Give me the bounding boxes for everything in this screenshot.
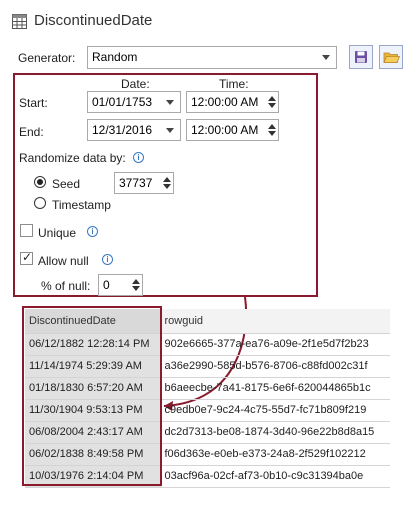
folder-icon — [383, 52, 401, 63]
info-icon[interactable]: i — [87, 226, 98, 237]
seed-radio[interactable] — [34, 176, 46, 188]
info-icon[interactable]: i — [133, 152, 144, 163]
chevron-down-icon — [166, 100, 174, 105]
generator-select[interactable]: Random — [87, 46, 337, 69]
percent-null-spinner[interactable] — [130, 275, 142, 295]
timestamp-radio[interactable] — [34, 197, 46, 209]
start-label: Start: — [19, 96, 48, 110]
seed-spinner[interactable] — [161, 173, 173, 193]
percent-null-value: 0 — [103, 278, 110, 292]
spin-up-icon — [163, 177, 171, 182]
save-button[interactable] — [349, 45, 373, 69]
spin-up-icon — [268, 96, 276, 101]
percent-null-label: % of null: — [41, 279, 91, 293]
save-icon — [355, 51, 367, 63]
end-time-input[interactable]: 12:00:00 AM — [186, 119, 279, 141]
chevron-down-icon — [322, 55, 330, 60]
spin-down-icon — [268, 131, 276, 136]
start-time-input[interactable]: 12:00:00 AM — [186, 91, 279, 113]
guid-cell: a36e2990-585d-b576-8706-c88fd002c31f — [159, 355, 390, 378]
guid-cell: f06d363e-e0eb-e373-24a8-2f529f102212 — [159, 443, 390, 466]
start-date-picker[interactable]: 01/01/1753 — [87, 91, 181, 113]
randomize-label: Randomize data by: — [19, 151, 126, 165]
table-icon — [12, 14, 27, 29]
highlight-frame-date-column — [22, 306, 162, 486]
spin-down-icon — [163, 184, 171, 189]
start-time-spinner[interactable] — [266, 92, 278, 112]
start-date-value: 01/01/1753 — [92, 95, 153, 109]
end-time-spinner[interactable] — [266, 120, 278, 140]
guid-cell: dc2d7313-be08-1874-3d40-96e22b8d8a15 — [159, 421, 390, 444]
column-header-rowguid[interactable]: rowguid — [159, 309, 390, 334]
guid-cell: 03acf96a-02cf-af73-0b10-c9c31394ba0e — [159, 465, 390, 488]
generator-label: Generator: — [18, 51, 76, 65]
timestamp-label: Timestamp — [52, 198, 111, 212]
start-time-value: 12:00:00 AM — [191, 95, 259, 109]
guid-cell: b6aeecbe-7a41-8175-6e6f-620044865b1c — [159, 377, 390, 400]
unique-checkbox[interactable] — [20, 224, 33, 237]
spin-down-icon — [268, 103, 276, 108]
chevron-down-icon — [166, 128, 174, 133]
end-date-value: 12/31/2016 — [92, 123, 153, 137]
date-column-label: Date: — [121, 77, 150, 91]
guid-cell: c9edb0e7-9c24-4c75-55d7-fc71b809f219 — [159, 399, 390, 422]
allow-null-label: Allow null — [38, 254, 89, 268]
open-folder-button[interactable] — [379, 45, 403, 69]
info-icon[interactable]: i — [102, 254, 113, 265]
seed-input[interactable]: 37737 — [114, 172, 174, 194]
end-time-value: 12:00:00 AM — [191, 123, 259, 137]
spin-up-icon — [132, 279, 140, 284]
seed-value: 37737 — [119, 176, 153, 190]
unique-label: Unique — [38, 226, 77, 240]
allow-null-checkbox[interactable] — [20, 250, 33, 265]
percent-null-input[interactable]: 0 — [98, 274, 143, 296]
end-label: End: — [19, 125, 44, 139]
time-column-label: Time: — [219, 77, 249, 91]
page-title: DiscontinuedDate — [34, 12, 153, 29]
spin-up-icon — [268, 124, 276, 129]
generator-value: Random — [92, 50, 138, 64]
seed-label: Seed — [52, 177, 81, 191]
guid-cell: 902e6665-377a-ea76-a09e-2f1e5d7f2b23 — [159, 333, 390, 356]
end-date-picker[interactable]: 12/31/2016 — [87, 119, 181, 141]
spin-down-icon — [132, 286, 140, 291]
